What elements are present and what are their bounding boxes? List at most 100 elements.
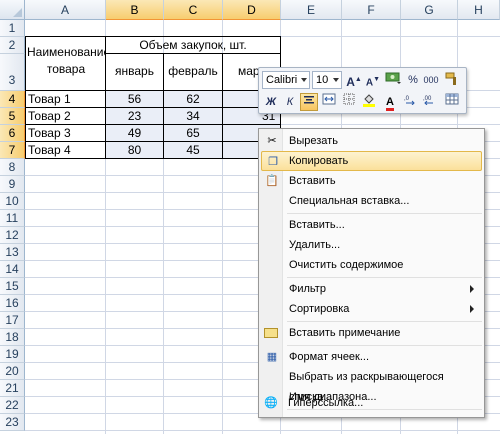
row-header-14[interactable]: 14 bbox=[0, 261, 25, 278]
thousands-format-button[interactable]: 000 bbox=[422, 71, 440, 89]
hyperlink-icon: 🌐 bbox=[264, 397, 278, 409]
increase-decimal-icon: ,00 bbox=[423, 96, 433, 106]
item-name-cell[interactable]: Товар 2 bbox=[28, 108, 105, 125]
comment-icon bbox=[264, 328, 278, 338]
header-cell-january[interactable]: январь bbox=[106, 63, 163, 80]
row-header-5[interactable]: 5 bbox=[0, 108, 25, 125]
value-cell[interactable]: 65 bbox=[164, 125, 222, 142]
item-name-cell[interactable]: Товар 3 bbox=[28, 125, 105, 142]
row-header-16[interactable]: 16 bbox=[0, 295, 25, 312]
chevron-down-icon bbox=[301, 78, 307, 82]
table-icon bbox=[445, 93, 459, 105]
font-color-letter: A bbox=[386, 96, 394, 111]
menu-item-delete[interactable]: Удалить... bbox=[261, 235, 482, 255]
row-header-17[interactable]: 17 bbox=[0, 312, 25, 329]
header-cell-name[interactable]: Наименование товара bbox=[27, 38, 105, 88]
merge-cells-icon bbox=[322, 93, 336, 105]
decrease-decimal-button[interactable]: ,0 bbox=[402, 93, 420, 111]
mini-toolbar: Calibri 10 A▲ A▼ % 000 Ж К A ,0 ,00 bbox=[258, 67, 467, 114]
increase-decimal-button[interactable]: ,00 bbox=[421, 93, 439, 111]
money-icon bbox=[385, 72, 401, 84]
row-header-9[interactable]: 9 bbox=[0, 176, 25, 193]
copy-icon: ❐ bbox=[268, 156, 278, 168]
select-all-corner[interactable] bbox=[0, 0, 25, 20]
column-header-a[interactable]: A bbox=[25, 0, 106, 20]
context-menu: ✂ Вырезать ❐ Копировать 📋 Вставить Специаль… bbox=[258, 128, 485, 418]
column-header-c[interactable]: C bbox=[164, 0, 223, 20]
value-cell[interactable]: 23 bbox=[106, 108, 163, 125]
value-cell[interactable]: 45 bbox=[164, 142, 222, 159]
menu-item-pick-from-list[interactable]: Выбрать из раскрывающегося списка... bbox=[261, 367, 482, 403]
value-cell[interactable]: 56 bbox=[106, 91, 163, 108]
column-header-e[interactable]: E bbox=[281, 0, 342, 20]
row-header-20[interactable]: 20 bbox=[0, 363, 25, 380]
row-header-15[interactable]: 15 bbox=[0, 278, 25, 295]
menu-item-paste-special[interactable]: Специальная вставка... bbox=[261, 191, 482, 211]
menu-item-sort[interactable]: Сортировка bbox=[261, 299, 482, 319]
font-size-value: 10 bbox=[316, 74, 329, 86]
paste-icon: 📋 bbox=[265, 175, 279, 187]
row-header-1[interactable]: 1 bbox=[0, 20, 25, 37]
menu-item-filter[interactable]: Фильтр bbox=[261, 279, 482, 299]
menu-item-cut[interactable]: ✂ Вырезать bbox=[261, 131, 482, 151]
format-painter-button[interactable] bbox=[443, 71, 461, 89]
font-size-select[interactable]: 10 bbox=[312, 71, 342, 89]
item-name-cell[interactable]: Товар 1 bbox=[28, 91, 105, 108]
row-header-22[interactable]: 22 bbox=[0, 397, 25, 414]
row-header-8[interactable]: 8 bbox=[0, 159, 25, 176]
column-header-d[interactable]: D bbox=[223, 0, 281, 20]
row-header-10[interactable]: 10 bbox=[0, 193, 25, 210]
column-header-g[interactable]: G bbox=[401, 0, 458, 20]
menu-item-insert[interactable]: Вставить... bbox=[261, 215, 482, 235]
value-cell[interactable]: 34 bbox=[164, 108, 222, 125]
row-header-11[interactable]: 11 bbox=[0, 210, 25, 227]
row-header-13[interactable]: 13 bbox=[0, 244, 25, 261]
menu-item-format-cells[interactable]: ▦ Формат ячеек... bbox=[261, 347, 482, 367]
value-cell[interactable]: 80 bbox=[106, 142, 163, 159]
value-cell[interactable]: 62 bbox=[164, 91, 222, 108]
column-header-h[interactable]: H bbox=[458, 0, 500, 20]
row-header-6[interactable]: 6 bbox=[0, 125, 25, 142]
row-header-19[interactable]: 19 bbox=[0, 346, 25, 363]
row-header-23[interactable]: 23 bbox=[0, 414, 25, 431]
currency-format-button[interactable] bbox=[384, 71, 402, 89]
shrink-font-button[interactable]: A▼ bbox=[364, 71, 382, 89]
menu-item-hyperlink[interactable]: 🌐 Гиперссылка... bbox=[260, 393, 481, 413]
font-color-button[interactable]: A bbox=[381, 93, 399, 111]
paint-bucket-icon bbox=[363, 94, 375, 107]
italic-button[interactable]: К bbox=[281, 93, 299, 111]
percent-format-button[interactable]: % bbox=[404, 71, 422, 89]
item-name-cell[interactable]: Товар 4 bbox=[28, 142, 105, 159]
column-header-b[interactable]: B bbox=[106, 0, 164, 20]
menu-item-paste[interactable]: 📋 Вставить bbox=[261, 171, 482, 191]
header-cell-february[interactable]: февраль bbox=[164, 63, 222, 80]
row-header-12[interactable]: 12 bbox=[0, 227, 25, 244]
row-header-3[interactable]: 3 bbox=[0, 54, 25, 91]
decrease-decimal-icon: ,0 bbox=[404, 96, 415, 106]
font-name-select[interactable]: Calibri bbox=[262, 71, 310, 89]
fill-color-button[interactable] bbox=[360, 93, 378, 111]
font-name-value: Calibri bbox=[266, 74, 298, 86]
menu-item-copy[interactable]: ❐ Копировать bbox=[261, 151, 482, 171]
cell-styles-button[interactable] bbox=[443, 93, 461, 111]
value-cell[interactable]: 49 bbox=[106, 125, 163, 142]
menu-item-insert-comment[interactable]: Вставить примечание bbox=[261, 323, 482, 343]
align-center-icon bbox=[304, 96, 314, 104]
header-cell-purchase-volume[interactable]: Объем закупок, шт. bbox=[106, 37, 280, 54]
paintbrush-icon bbox=[445, 72, 456, 85]
borders-button[interactable] bbox=[340, 93, 358, 111]
submenu-arrow-icon bbox=[470, 305, 474, 313]
submenu-arrow-icon bbox=[470, 285, 474, 293]
align-center-button[interactable] bbox=[300, 93, 318, 111]
row-header-18[interactable]: 18 bbox=[0, 329, 25, 346]
bold-button[interactable]: Ж bbox=[262, 93, 280, 111]
column-header-f[interactable]: F bbox=[342, 0, 401, 20]
row-header-4[interactable]: 4 bbox=[0, 91, 25, 108]
row-header-21[interactable]: 21 bbox=[0, 380, 25, 397]
row-header-2[interactable]: 2 bbox=[0, 37, 25, 54]
row-header-7[interactable]: 7 bbox=[0, 142, 25, 159]
merge-center-button[interactable] bbox=[320, 93, 338, 111]
format-cells-icon: ▦ bbox=[266, 351, 278, 363]
menu-item-clear-contents[interactable]: Очистить содержимое bbox=[261, 255, 482, 275]
grow-font-button[interactable]: A▲ bbox=[345, 71, 363, 89]
